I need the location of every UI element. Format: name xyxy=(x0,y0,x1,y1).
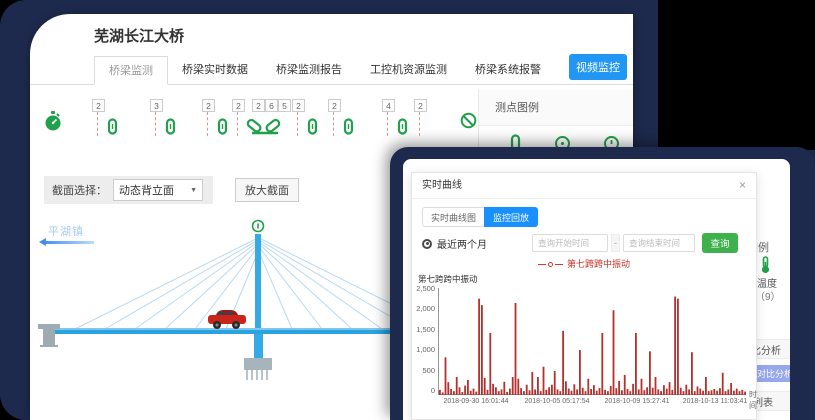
dashed-marker xyxy=(155,112,156,136)
section-select-value: 动态背立面 xyxy=(119,182,174,198)
tab-realtime-curve[interactable]: 实时曲线图 xyxy=(422,207,484,227)
no-entry-icon[interactable] xyxy=(460,112,477,134)
sensor-count-badge: 4 xyxy=(382,99,395,112)
stopwatch-icon[interactable] xyxy=(44,110,62,137)
query-start-input[interactable] xyxy=(532,234,608,252)
dialog-header: 实时曲线 × xyxy=(412,173,756,199)
sensor-cluster-icon[interactable] xyxy=(246,114,290,140)
y-axis-labels: 2,500 2,000 1,500 1,000 500 0 xyxy=(412,284,435,395)
sensor-count-badge: 6 xyxy=(265,99,278,112)
tab-ipc-resource[interactable]: 工控机资源监测 xyxy=(356,56,461,85)
close-icon[interactable]: × xyxy=(739,178,746,192)
dashed-marker xyxy=(297,112,298,136)
radio-last-two-months[interactable]: 最近两个月 xyxy=(422,236,487,251)
tab-bridge-monitor[interactable]: 桥梁监测 xyxy=(94,56,168,85)
dashed-marker xyxy=(419,112,420,136)
tab-realtime-data[interactable]: 桥梁实时数据 xyxy=(168,56,262,85)
caret-down-icon: ▼ xyxy=(190,187,197,194)
dialog-title: 实时曲线 xyxy=(422,180,462,191)
radio-label: 最近两个月 xyxy=(437,236,487,251)
sensor-count-badge: 2 xyxy=(232,99,245,112)
range-separator: - xyxy=(611,234,620,252)
tab-playback[interactable]: 监控回放 xyxy=(484,207,538,227)
bridge-left-pier xyxy=(38,324,60,347)
sensor-count-badge: 2 xyxy=(92,99,105,112)
sensor-count-badge: 5 xyxy=(278,99,291,112)
x-tick-label: 2018-09-30 16:01:44 xyxy=(444,398,509,405)
sensor-group-cluster: 265 xyxy=(252,96,291,114)
desktop-black-area xyxy=(658,0,815,150)
sensor-count-badge: 2 xyxy=(292,99,305,112)
chain-link-icon[interactable] xyxy=(306,118,319,141)
bridge-tower-lower xyxy=(254,334,263,358)
tab-system-alarm[interactable]: 桥梁系统报警 xyxy=(461,56,555,85)
sensor-count-badge: 2 xyxy=(328,99,341,112)
chart-legend[interactable]: 第七跨跨中振动 xyxy=(412,257,756,270)
chart-bars xyxy=(438,288,746,395)
zoom-section-button[interactable]: 放大截面 xyxy=(235,178,299,202)
chain-link-icon[interactable] xyxy=(342,118,355,141)
desktop-background: 芜湖长江大桥 桥梁监测 桥梁实时数据 桥梁监测报告 工控机资源监测 桥梁系统报警… xyxy=(0,0,815,420)
sensor-group: 4 xyxy=(382,96,395,114)
video-monitor-button[interactable]: 视频监控 xyxy=(569,54,627,80)
realtime-curve-dialog: 实时曲线 × 实时曲线图 监控回放 最近两个月 - 查询 xyxy=(411,172,757,420)
chain-link-icon[interactable] xyxy=(396,118,409,141)
chain-link-icon[interactable] xyxy=(216,118,229,141)
x-tick-label: 2018-10-13 11:03:41 xyxy=(683,398,747,405)
dashed-marker xyxy=(333,112,334,136)
playback-window: 测点图例 温度 （9） 对比分析 对比分析 测点列表 实时曲线 × xyxy=(390,147,815,420)
bridge-tower xyxy=(255,234,261,330)
tab-monitor-report[interactable]: 桥梁监测报告 xyxy=(262,56,356,85)
sensor-group: 3 xyxy=(150,96,163,114)
section-select-label: 截面选择： xyxy=(52,182,107,198)
chain-link-icon[interactable] xyxy=(164,118,177,141)
playback-window-content: 测点图例 温度 （9） 对比分析 对比分析 测点列表 实时曲线 × xyxy=(403,159,790,420)
query-end-input[interactable] xyxy=(623,234,695,252)
legend-marker-icon xyxy=(538,262,563,267)
radio-dot-icon xyxy=(422,239,432,249)
x-tick-label: 2018-10-09 15:27:41 xyxy=(605,398,670,405)
vibration-chart: 第七跨跨中振动 2,500 2,000 1,500 1,000 500 0 20… xyxy=(412,271,756,419)
sensor-group: 2 xyxy=(292,96,305,114)
section-select-group: 截面选择： 动态背立面 ▼ xyxy=(44,176,213,204)
legend-label: 第七跨跨中振动 xyxy=(567,259,630,269)
legend-panel-title: 测点图例 xyxy=(479,90,633,126)
sensor-row: 2 3 2 2 265 xyxy=(30,90,478,148)
main-tabbar: 桥梁监测 桥梁实时数据 桥梁监测报告 工控机资源监测 桥梁系统报警 视频监控 xyxy=(30,56,633,85)
query-row: 最近两个月 - 查询 xyxy=(412,233,756,255)
sensor-count-badge: 3 xyxy=(150,99,163,112)
sensor-group: 2 xyxy=(92,96,105,114)
section-toolbar: 截面选择： 动态背立面 ▼ 放大截面 xyxy=(44,176,299,204)
dashed-marker xyxy=(97,112,98,136)
sensor-group: 2 xyxy=(414,96,427,114)
x-tick-label: 2018-10-05 05:17:54 xyxy=(525,398,590,405)
x-axis-name: 时间 xyxy=(749,389,757,411)
sensor-count-badge: 2 xyxy=(252,99,265,112)
section-select-dropdown[interactable]: 动态背立面 ▼ xyxy=(113,179,203,201)
dialog-tabbar: 实时曲线图 监控回放 xyxy=(422,207,538,227)
page-title: 芜湖长江大桥 xyxy=(94,25,184,46)
temperature-count: （9） xyxy=(755,288,781,303)
sensor-group: 2 xyxy=(328,96,341,114)
dashed-marker xyxy=(387,112,388,136)
dashed-marker xyxy=(237,112,238,136)
bridge-center-pier xyxy=(244,358,272,380)
sensor-count-badge: 2 xyxy=(414,99,427,112)
dashed-marker xyxy=(207,112,208,136)
sensor-group: 2 xyxy=(202,96,215,114)
query-button[interactable]: 查询 xyxy=(702,233,738,253)
sensor-group: 2 xyxy=(232,96,245,114)
chain-link-icon[interactable] xyxy=(106,118,119,141)
sensor-count-badge: 2 xyxy=(202,99,215,112)
